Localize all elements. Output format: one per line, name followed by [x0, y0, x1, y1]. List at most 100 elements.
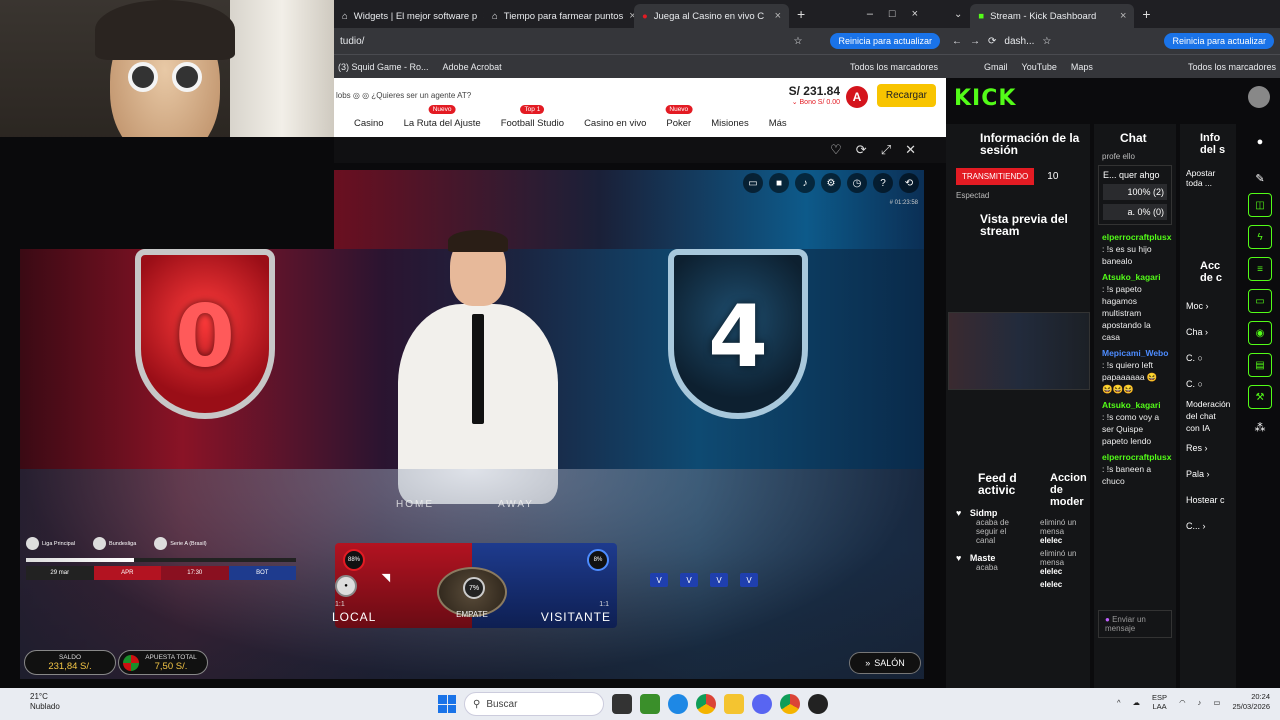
- user-avatar[interactable]: A: [846, 86, 868, 108]
- apps-icon[interactable]: ⁂: [1240, 421, 1280, 434]
- star-icon[interactable]: ☆: [793, 36, 802, 47]
- battery-icon[interactable]: ▭: [1213, 698, 1220, 707]
- bookmark-adobe[interactable]: Adobe Acrobat: [443, 62, 502, 72]
- chevron-up-icon[interactable]: ^: [1117, 698, 1121, 707]
- tab-tiempo[interactable]: ⌂ Tiempo para farmear puntos ×: [484, 4, 634, 28]
- league-item[interactable]: Liga Principal: [26, 537, 75, 550]
- poll-option[interactable]: a. 0% (0): [1103, 204, 1167, 220]
- nav-ruta-ajuste[interactable]: La Ruta del Ajuste Nuevo: [404, 105, 481, 129]
- file-explorer-icon[interactable]: [724, 694, 744, 714]
- toggle-icon[interactable]: ○: [1198, 379, 1203, 389]
- setting-item[interactable]: C... ›: [1186, 520, 1230, 532]
- nav-football-studio[interactable]: Football Studio Top 1: [501, 105, 564, 129]
- edge-icon[interactable]: [668, 694, 688, 714]
- stream-preview[interactable]: [948, 312, 1090, 390]
- update-browser-button[interactable]: Reinicia para actualizar: [830, 33, 940, 49]
- bookmark-maps[interactable]: Maps: [1071, 62, 1093, 72]
- tools-icon[interactable]: ⚒: [1248, 385, 1272, 409]
- chat-user[interactable]: Mepicami_Webo: [1102, 348, 1168, 358]
- recharge-button[interactable]: Recargar: [876, 84, 936, 107]
- close-icon[interactable]: ×: [775, 10, 781, 22]
- chat-input[interactable]: ● Enviar un mensaje: [1098, 610, 1172, 638]
- chrome-icon[interactable]: [696, 694, 716, 714]
- layout-icon[interactable]: ▤: [1248, 353, 1272, 377]
- setting-item[interactable]: Cha ›: [1186, 326, 1230, 338]
- chat-user[interactable]: Atsuko_kagari: [1102, 400, 1161, 410]
- update-browser-button[interactable]: Reinicia para actualizar: [1164, 33, 1274, 49]
- star-icon[interactable]: ☆: [1042, 36, 1051, 47]
- setting-item[interactable]: Res ›: [1186, 442, 1230, 454]
- setting-item[interactable]: Pala ›: [1186, 468, 1230, 480]
- windows-start-icon[interactable]: [438, 695, 456, 713]
- mod-user[interactable]: elelec: [1040, 580, 1062, 589]
- address-bar[interactable]: ← → ⟳ dash... ☆ Reinicia para actualizar: [946, 28, 1280, 54]
- new-tab-icon[interactable]: +: [1142, 6, 1150, 22]
- mod-user[interactable]: elelec: [1040, 567, 1062, 576]
- chat-user[interactable]: elperrocraftplusx: [1102, 232, 1171, 242]
- capture-icon[interactable]: ◫: [1248, 193, 1272, 217]
- nav-misiones[interactable]: Misiones: [711, 118, 749, 129]
- discord-icon[interactable]: [752, 694, 772, 714]
- volume-icon[interactable]: ♪: [795, 173, 815, 193]
- nav-casino[interactable]: Casino: [354, 118, 384, 129]
- window-controls-icon[interactable]: –□×: [867, 8, 934, 20]
- camera-icon[interactable]: ■: [769, 173, 789, 193]
- tab-widgets[interactable]: ⌂ Widgets | El mejor software p ×: [334, 4, 484, 28]
- close-icon[interactable]: ×: [1120, 10, 1126, 22]
- heart-icon[interactable]: ♡: [830, 142, 842, 158]
- taskbar-search[interactable]: ⚲ Buscar: [464, 692, 604, 716]
- setting-item[interactable]: Moderación del chat con IA: [1186, 398, 1230, 434]
- bookmark-gmail[interactable]: Gmail: [984, 62, 1008, 72]
- obs-icon[interactable]: [808, 694, 828, 714]
- notes-icon[interactable]: ≡: [1248, 257, 1272, 281]
- kick-logo[interactable]: KICK: [954, 86, 1016, 111]
- mic-icon[interactable]: ●: [1105, 615, 1110, 624]
- settings-icon[interactable]: ⚙: [821, 173, 841, 193]
- chrome-icon[interactable]: [780, 694, 800, 714]
- poll-option[interactable]: 100% (2): [1103, 184, 1167, 200]
- new-tab-icon[interactable]: +: [797, 6, 805, 22]
- salon-button[interactable]: » SALÓN: [849, 652, 921, 674]
- lightning-icon[interactable]: ϟ: [1248, 225, 1272, 249]
- clock[interactable]: 20:24 25/03/2026: [1232, 692, 1270, 712]
- setting-item[interactable]: C. ○: [1186, 378, 1230, 390]
- history-icon[interactable]: ◷: [847, 173, 867, 193]
- address-bar[interactable]: tudio/ ☆ Reinicia para actualizar: [334, 28, 946, 54]
- toggle-icon[interactable]: ○: [1198, 353, 1203, 363]
- help-icon[interactable]: ?: [873, 173, 893, 193]
- info-icon[interactable]: ●: [1240, 136, 1280, 148]
- user-avatar[interactable]: [1248, 86, 1270, 108]
- chat-icon[interactable]: ▭: [743, 173, 763, 193]
- tab-search-icon[interactable]: ⌄: [954, 9, 962, 20]
- close-icon[interactable]: ✕: [905, 142, 916, 158]
- reload-icon[interactable]: ⟳: [988, 36, 996, 47]
- back-icon[interactable]: ←: [952, 36, 962, 47]
- bookmark-youtube[interactable]: YouTube: [1022, 62, 1057, 72]
- chat-user[interactable]: elperrocraftplusx: [1102, 452, 1171, 462]
- tab-casino[interactable]: ● Juega al Casino en vivo C ×: [634, 4, 789, 28]
- mod-user[interactable]: elelec: [1040, 536, 1062, 545]
- bet-empate[interactable]: 7% EMPATE: [437, 567, 507, 619]
- task-view-icon[interactable]: [612, 694, 632, 714]
- balance-display[interactable]: S/ 231.84 ⌄ Bono S/ 0.00: [789, 84, 840, 106]
- chat-user[interactable]: Atsuko_kagari: [1102, 272, 1161, 282]
- wifi-icon[interactable]: ◠: [1179, 698, 1186, 707]
- bookmark-squid-game[interactable]: (3) Squid Game - Ro...: [338, 62, 429, 72]
- nav-poker[interactable]: Poker Nuevo: [665, 105, 693, 129]
- tab-kick-dashboard[interactable]: ■ Stream - Kick Dashboard ×: [970, 4, 1135, 28]
- expand-icon[interactable]: ⤢: [881, 142, 891, 158]
- setting-item[interactable]: Moc ›: [1186, 300, 1230, 312]
- bookmark-all[interactable]: Todos los marcadores: [850, 62, 938, 72]
- edit-icon[interactable]: ✎: [1240, 172, 1280, 185]
- nav-casino-en-vivo[interactable]: Casino en vivo: [584, 118, 646, 129]
- minecraft-icon[interactable]: [640, 694, 660, 714]
- feed-user[interactable]: Maste: [970, 553, 996, 563]
- forward-icon[interactable]: →: [970, 36, 980, 47]
- bookmark-all[interactable]: Todos los marcadores: [1188, 62, 1276, 72]
- weather-widget[interactable]: 21°C Nublado: [30, 692, 60, 712]
- setting-item[interactable]: C. ○: [1186, 352, 1230, 364]
- league-item[interactable]: Bundesliga: [93, 537, 136, 550]
- setting-item[interactable]: Hostear c: [1186, 494, 1230, 506]
- language-indicator[interactable]: ESP LAA: [1152, 693, 1167, 711]
- volume-icon[interactable]: ♪: [1198, 698, 1202, 707]
